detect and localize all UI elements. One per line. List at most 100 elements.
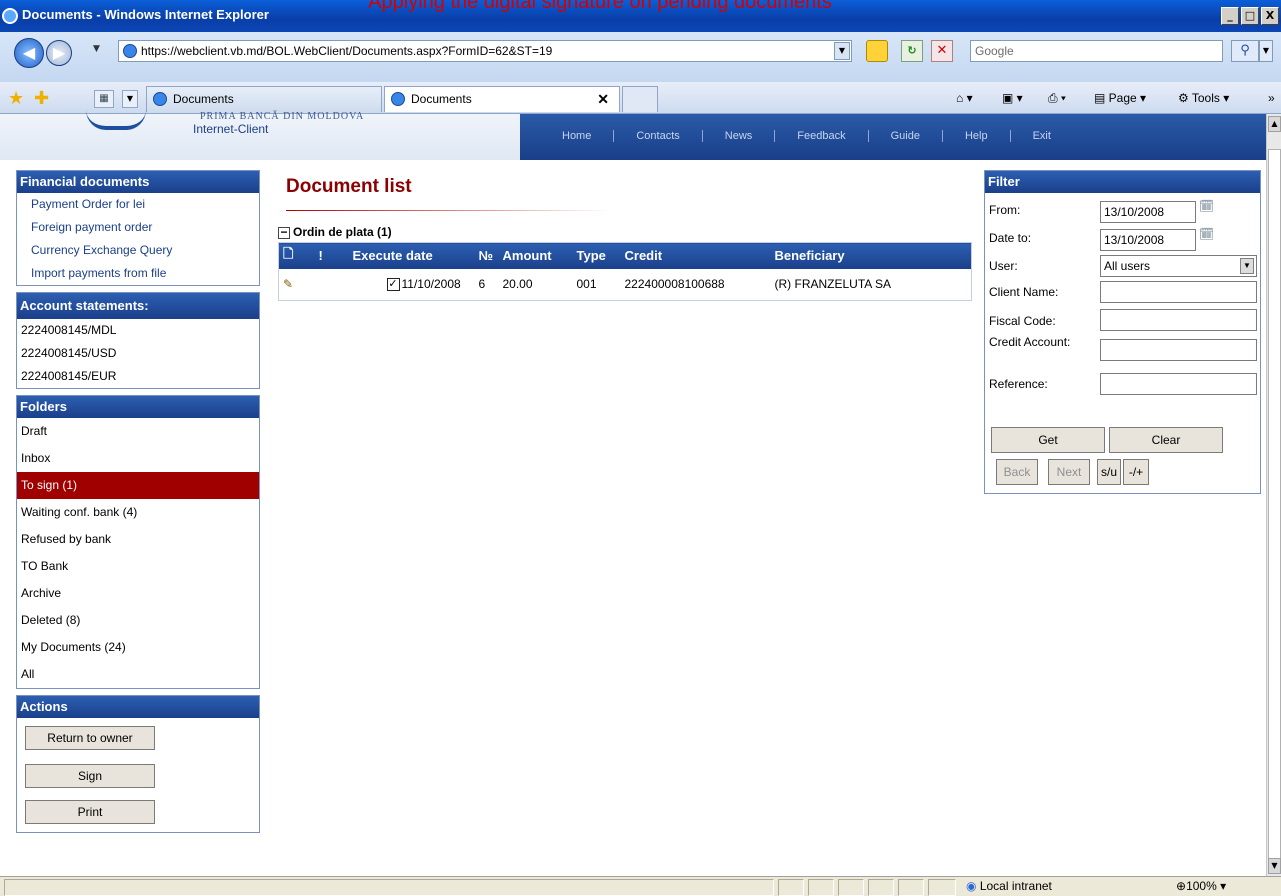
get-button[interactable]: Get (991, 427, 1105, 453)
page-menu[interactable]: ▤ Page ▾ (1094, 91, 1146, 105)
folder-refused-by-bank[interactable]: Refused by bank (17, 526, 259, 553)
row-checkbox[interactable]: ✓ (386, 278, 400, 292)
tab-ie-icon (391, 92, 405, 106)
new-tab-button[interactable] (622, 86, 658, 112)
account-item-eur[interactable]: 2224008145/EUR (17, 365, 259, 388)
nav-help[interactable]: Help (943, 130, 1011, 142)
folder-to-bank[interactable]: TO Bank (17, 553, 259, 580)
nav-guide[interactable]: Guide (869, 130, 943, 142)
su-button[interactable]: s/u (1097, 459, 1121, 485)
date-to-input[interactable]: 13/10/2008 (1100, 229, 1196, 251)
fiscal-code-label: Fiscal Code: (989, 314, 1056, 328)
user-select-value: All users (1104, 259, 1151, 273)
link-foreign-payment-order[interactable]: Foreign payment order (17, 216, 259, 239)
feeds-icon[interactable]: ▣ ▾ (1002, 91, 1023, 105)
folder-to-sign[interactable]: To sign (1) (17, 472, 259, 499)
col-type[interactable]: Type (572, 242, 621, 269)
tutorial-caption: Applying the digital signature on pendin… (368, 0, 832, 13)
table-header-row: 🗋 ! Execute date № Amount Type Credit Be… (278, 242, 972, 269)
account-item-mdl[interactable]: 2224008145/MDL (17, 319, 259, 342)
url-input[interactable]: https://webclient.vb.md/BOL.WebClient/Do… (118, 40, 852, 62)
link-currency-exchange-query[interactable]: Currency Exchange Query (17, 239, 259, 262)
back-arrow-icon[interactable]: ◀ (14, 38, 44, 68)
nav-contacts[interactable]: Contacts (614, 130, 703, 142)
return-to-owner-button[interactable]: Return to owner (25, 726, 155, 750)
search-input[interactable]: Google (970, 40, 1223, 62)
tab-documents-1[interactable]: Documents (146, 86, 382, 112)
back-button[interactable]: Back (996, 459, 1038, 485)
refresh-icon[interactable]: ↻ (901, 40, 923, 62)
home-icon[interactable]: ⌂ ▾ (956, 91, 973, 105)
status-cell (898, 879, 924, 896)
next-button[interactable]: Next (1048, 459, 1090, 485)
intranet-icon: ◉ (966, 879, 977, 893)
stop-icon[interactable]: ✕ (931, 40, 953, 62)
page-menu-label: Page (1108, 91, 1137, 105)
scroll-up-icon[interactable]: ▲ (1268, 116, 1281, 132)
credit-account-input[interactable] (1100, 339, 1257, 361)
quick-tabs-icon[interactable]: ▦ (94, 90, 114, 108)
col-priority: ! (314, 242, 349, 269)
scroll-thumb[interactable] (1268, 149, 1281, 859)
lock-icon[interactable] (866, 40, 888, 62)
folder-draft[interactable]: Draft (17, 418, 259, 445)
reference-input[interactable] (1100, 373, 1257, 395)
tab-list-dropdown-icon[interactable]: ▼ (122, 90, 138, 108)
nav-news[interactable]: News (703, 130, 776, 142)
collapse-icon[interactable]: − (278, 226, 290, 239)
folder-archive[interactable]: Archive (17, 580, 259, 607)
calendar-to-icon[interactable]: 🗓 (1199, 227, 1217, 243)
sign-button[interactable]: Sign (25, 764, 155, 788)
zoom-control[interactable]: ⊕100% ▾ (1176, 879, 1226, 893)
bank-logo-icon (86, 110, 146, 130)
print-icon[interactable]: ⎙ ▾ (1048, 91, 1066, 106)
folder-inbox[interactable]: Inbox (17, 445, 259, 472)
col-beneficiary[interactable]: Beneficiary (770, 242, 972, 269)
page-scrollbar[interactable]: ▲ ▼ (1266, 114, 1281, 876)
add-favorite-icon[interactable]: ✚ (34, 88, 49, 109)
folder-waiting-conf-bank[interactable]: Waiting conf. bank (4) (17, 499, 259, 526)
close-tab-icon[interactable]: ✕ (597, 87, 609, 111)
close-window-button[interactable]: X (1261, 7, 1279, 25)
tools-menu[interactable]: ⚙ Tools ▾ (1178, 91, 1229, 105)
nav-feedback[interactable]: Feedback (775, 130, 869, 142)
zone-indicator[interactable]: ◉ Local intranet (966, 879, 1052, 893)
group-header[interactable]: − Ordin de plata (1) (278, 225, 974, 239)
clear-button[interactable]: Clear (1109, 427, 1223, 453)
url-dropdown-icon[interactable]: ▼ (834, 42, 850, 60)
client-name-input[interactable] (1100, 281, 1257, 303)
calendar-from-icon[interactable]: 🗓 (1199, 199, 1217, 215)
tab-documents-2[interactable]: Documents ✕ (384, 86, 620, 112)
search-icon[interactable]: ⚲ (1231, 40, 1259, 62)
folder-deleted[interactable]: Deleted (8) (17, 607, 259, 634)
link-payment-order-lei[interactable]: Payment Order for lei (17, 193, 259, 216)
user-select[interactable]: All users ▼ (1100, 255, 1257, 277)
minimize-button[interactable]: _ (1221, 7, 1239, 25)
actions-panel: Actions Return to owner Sign Print (16, 695, 260, 833)
col-execute-date[interactable]: Execute date (348, 242, 475, 269)
col-number[interactable]: № (474, 242, 499, 269)
folder-all[interactable]: All (17, 661, 259, 688)
print-button[interactable]: Print (25, 800, 155, 824)
account-item-usd[interactable]: 2224008145/USD (17, 342, 259, 365)
pen-icon[interactable]: ✎ (283, 277, 293, 291)
expand-collapse-button[interactable]: -/+ (1123, 459, 1149, 485)
scroll-down-icon[interactable]: ▼ (1268, 858, 1281, 874)
table-row[interactable]: ✎ ✓ 11/10/2008 6 20.00 001 22240000810068… (279, 269, 972, 301)
maximize-button[interactable]: □ (1241, 7, 1259, 25)
col-amount[interactable]: Amount (498, 242, 573, 269)
zone-label: Local intranet (979, 879, 1052, 893)
search-dropdown-icon[interactable]: ▼ (1259, 40, 1273, 62)
user-dropdown-icon[interactable]: ▼ (1240, 258, 1254, 274)
history-dropdown-icon[interactable]: ▼ (93, 44, 100, 54)
col-credit[interactable]: Credit (620, 242, 771, 269)
link-import-payments[interactable]: Import payments from file (17, 262, 259, 285)
nav-home[interactable]: Home (540, 130, 615, 142)
favorites-star-icon[interactable]: ★ (8, 88, 24, 109)
forward-arrow-icon[interactable]: ▶ (46, 40, 72, 66)
folder-my-documents[interactable]: My Documents (24) (17, 634, 259, 661)
nav-exit[interactable]: Exit (1011, 130, 1073, 142)
fiscal-code-input[interactable] (1100, 309, 1257, 331)
from-date-input[interactable]: 13/10/2008 (1100, 201, 1196, 223)
more-chevron-icon[interactable]: » (1268, 91, 1275, 105)
